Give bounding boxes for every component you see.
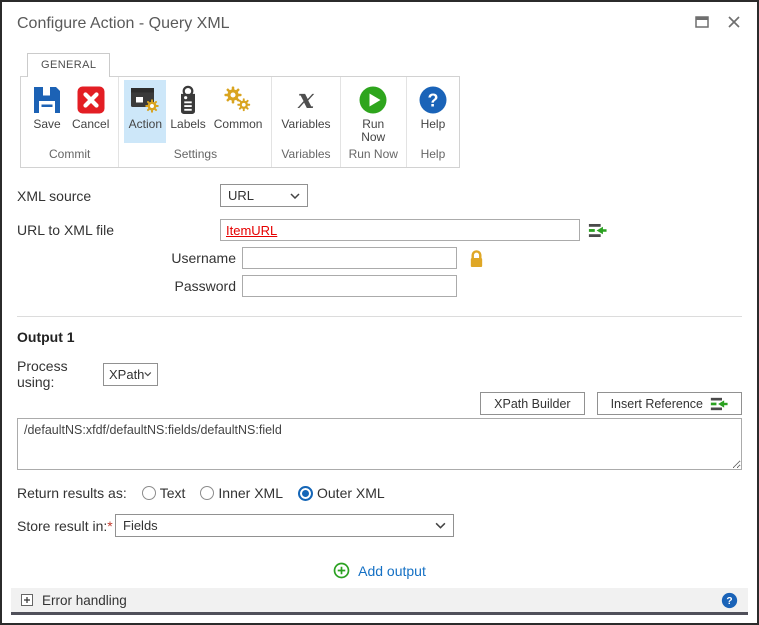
title-bar: Configure Action - Query XML <box>17 15 742 33</box>
help-icon: ? <box>418 85 448 115</box>
tab-strip: GENERAL <box>27 53 757 77</box>
dialog-title: Configure Action - Query XML <box>17 15 230 32</box>
xml-source-value: URL <box>228 188 255 203</box>
run-now-button[interactable]: Run Now <box>350 80 396 144</box>
common-button[interactable]: Common <box>210 80 267 143</box>
store-result-select[interactable]: Fields <box>115 514 454 537</box>
cancel-button-label: Cancel <box>72 117 110 131</box>
section-divider <box>17 316 742 317</box>
ribbon-group-label-help: Help <box>420 147 446 161</box>
radio-inner-xml-circle <box>200 486 215 500</box>
username-label: Username <box>171 250 236 266</box>
svg-text:?: ? <box>726 596 732 607</box>
process-using-value: XPath <box>109 366 145 382</box>
ribbon-group-settings: Action Labels Common Settings <box>119 77 273 167</box>
add-output-label: Add output <box>358 562 426 579</box>
ribbon-group-commit: Save Cancel Commit <box>21 77 120 167</box>
ribbon-group-label-commit: Commit <box>49 147 91 161</box>
radio-outer-xml-circle <box>298 485 313 501</box>
error-handling-label: Error handling <box>42 592 127 608</box>
ribbon-toolbar: Save Cancel Commit Action Labels Common … <box>20 76 460 168</box>
xpath-builder-label: XPath Builder <box>494 396 571 411</box>
xpath-builder-button[interactable]: XPath Builder <box>480 392 585 415</box>
close-button[interactable] <box>726 14 742 30</box>
labels-button[interactable]: Labels <box>166 80 209 143</box>
add-output-link[interactable]: Add output <box>333 562 426 579</box>
ribbon-group-variables: x Variables Variables <box>272 77 341 167</box>
password-label: Password <box>174 278 236 294</box>
maximize-button[interactable] <box>694 14 710 30</box>
xml-source-select[interactable]: URL <box>220 184 308 207</box>
help-button-label: Help <box>420 117 446 131</box>
password-input[interactable] <box>242 275 457 297</box>
radio-outer-xml[interactable]: Outer XML <box>298 485 385 501</box>
ribbon-group-label-settings: Settings <box>173 147 218 161</box>
return-results-label: Return results as: <box>17 485 127 501</box>
window-controls <box>694 14 742 30</box>
expand-plus-icon[interactable] <box>21 594 33 606</box>
ribbon-group-label-variables: Variables <box>281 147 331 161</box>
labels-button-label: Labels <box>170 117 206 131</box>
radio-inner-xml[interactable]: Inner XML <box>200 485 283 501</box>
help-circle-icon[interactable]: ? <box>721 592 738 609</box>
ribbon-group-run-now: Run Now Run Now <box>341 77 407 167</box>
run-now-button-label: Run Now <box>361 117 386 144</box>
insert-reference-icon <box>710 397 728 411</box>
store-result-value: Fields <box>123 518 158 533</box>
radio-text-label: Text <box>159 485 186 501</box>
insert-reference-icon[interactable] <box>588 223 607 238</box>
save-icon <box>32 85 62 115</box>
insert-reference-label: Insert Reference <box>610 396 703 411</box>
save-button[interactable]: Save <box>26 80 68 143</box>
add-circle-icon <box>333 562 350 579</box>
process-using-label: Process using: <box>17 358 68 390</box>
chevron-down-icon <box>435 522 446 529</box>
ribbon-group-help: ? Help Help <box>407 77 459 167</box>
action-icon <box>130 85 160 115</box>
radio-outer-xml-label: Outer XML <box>317 485 385 501</box>
action-button[interactable]: Action <box>124 80 167 143</box>
cancel-button[interactable]: Cancel <box>68 80 113 143</box>
process-using-select[interactable]: XPath <box>103 362 158 386</box>
action-button-label: Action <box>128 117 163 131</box>
output-area: Process using: XPath XPath Builder Inser… <box>2 358 757 579</box>
radio-text-circle <box>141 486 156 500</box>
output-heading: Output 1 <box>17 329 75 345</box>
url-to-xml-input[interactable] <box>220 219 580 241</box>
svg-text:?: ? <box>427 91 438 111</box>
xml-source-label: XML source <box>17 187 92 204</box>
error-handling-section[interactable]: Error handling ? <box>11 588 748 615</box>
close-icon <box>728 16 740 28</box>
variables-button[interactable]: x Variables <box>277 80 334 143</box>
run-now-icon <box>358 85 388 115</box>
labels-icon <box>173 85 203 115</box>
cancel-icon <box>76 85 106 115</box>
save-button-label: Save <box>33 117 61 131</box>
chevron-down-icon <box>144 372 152 377</box>
store-result-label: Store result in:* <box>17 517 113 534</box>
insert-reference-button[interactable]: Insert Reference <box>596 392 742 415</box>
tab-general[interactable]: GENERAL <box>27 53 111 77</box>
variables-icon: x <box>297 84 315 115</box>
url-to-xml-label: URL to XML file <box>17 222 114 238</box>
radio-text[interactable]: Text <box>141 485 186 501</box>
required-asterisk: * <box>107 517 113 534</box>
common-icon <box>223 85 253 115</box>
xpath-expression-textarea[interactable]: /defaultNS:xfdf/defaultNS:fields/default… <box>17 418 742 470</box>
return-results-row: Return results as: Text Inner XML Outer … <box>17 485 742 501</box>
chevron-down-icon <box>290 192 300 199</box>
help-button[interactable]: ? Help <box>412 80 454 143</box>
form-area: XML source URL URL to XML file Username <box>2 184 757 297</box>
maximize-icon <box>695 16 709 28</box>
common-button-label: Common <box>213 117 263 131</box>
radio-inner-xml-label: Inner XML <box>218 485 283 501</box>
ribbon-group-label-run-now: Run Now <box>348 147 398 161</box>
username-input[interactable] <box>242 247 457 269</box>
configure-action-dialog: Configure Action - Query XML GENERAL Sav… <box>0 0 759 625</box>
lock-icon <box>470 249 483 267</box>
variables-button-label: Variables <box>281 117 331 131</box>
